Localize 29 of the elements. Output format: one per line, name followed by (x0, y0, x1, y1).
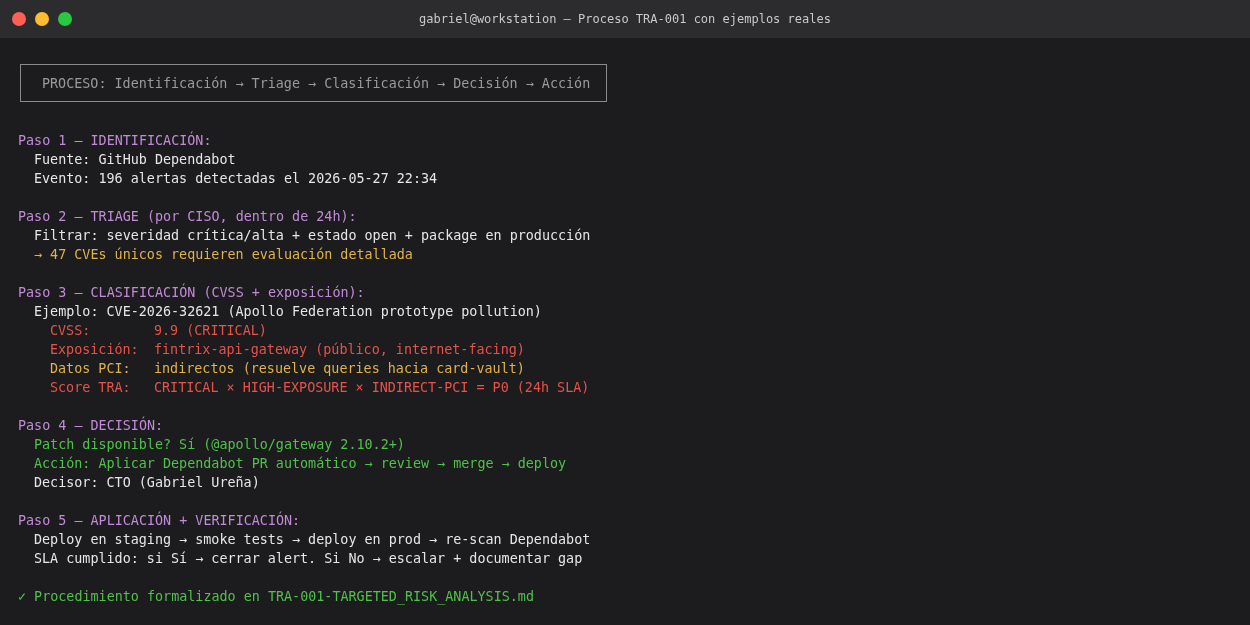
output-line: Evento: 196 alertas detectadas el 2026-05-27 22:34 (33, 170, 438, 188)
output-line: Patch disponible? Sí (@apollo/gateway 2.10.2+) (33, 436, 405, 454)
close-button[interactable] (12, 12, 26, 26)
field-label: Datos PCI: (50, 360, 132, 378)
field-label: CVSS: (50, 322, 92, 340)
step-heading: Paso 3 — CLASIFICACIÓN (CVSS + exposición): (18, 283, 365, 302)
field-value: indirectos (resuelve queries hacia card-vault) (154, 360, 525, 378)
field-value: CRITICAL × HIGH-EXPOSURE × INDIRECT-PCI = P0 (24h SLA) (154, 379, 590, 397)
output-line: SLA cumplido: si Sí → cerrar alert. Si No → escalar + documentar gap (33, 550, 583, 568)
minimize-button[interactable] (35, 12, 49, 26)
output-line: → 47 CVEs únicos requieren evaluación detallada (33, 246, 413, 264)
step-heading: Paso 4 — DECISIÓN: (18, 416, 164, 435)
step-heading: Paso 5 — APLICACIÓN + VERIFICACIÓN: (18, 511, 301, 530)
success-message: ✓ Procedimiento formalizado en TRA-001-TARGETED_RISK_ANALYSIS.md (18, 588, 534, 606)
field-label: Score TRA: (50, 379, 132, 397)
output-line: Acción: Aplicar Dependabot PR automático → review → merge → deploy (33, 455, 567, 473)
output-line: Decisor: CTO (Gabriel Ureña) (33, 474, 260, 492)
output-line: Ejemplo: CVE-2026-32621 (Apollo Federation prototype pollution) (33, 303, 542, 321)
step-heading: Paso 1 — IDENTIFICACIÓN: (18, 131, 212, 150)
field-label: Exposición: (50, 341, 140, 359)
window-title: gabriel@workstation — Proceso TRA-001 con ejemplos reales (419, 11, 831, 28)
output-line: Fuente: GitHub Dependabot (33, 151, 236, 169)
output-line: Filtrar: severidad crítica/alta + estado open + package en producción (33, 227, 591, 245)
field-value: 9.9 (CRITICAL) (154, 322, 267, 340)
output-line: Deploy en staging → smoke tests → deploy en prod → re-scan Dependabot (33, 531, 591, 549)
maximize-button[interactable] (58, 12, 72, 26)
step-heading: Paso 2 — TRIAGE (por CISO, dentro de 24h): (18, 208, 357, 226)
field-value: fintrix-api-gateway (público, internet-facing) (154, 341, 525, 359)
process-banner: PROCESO: Identificación → Triage → Clasificación → Decisión → Acción (20, 64, 607, 102)
